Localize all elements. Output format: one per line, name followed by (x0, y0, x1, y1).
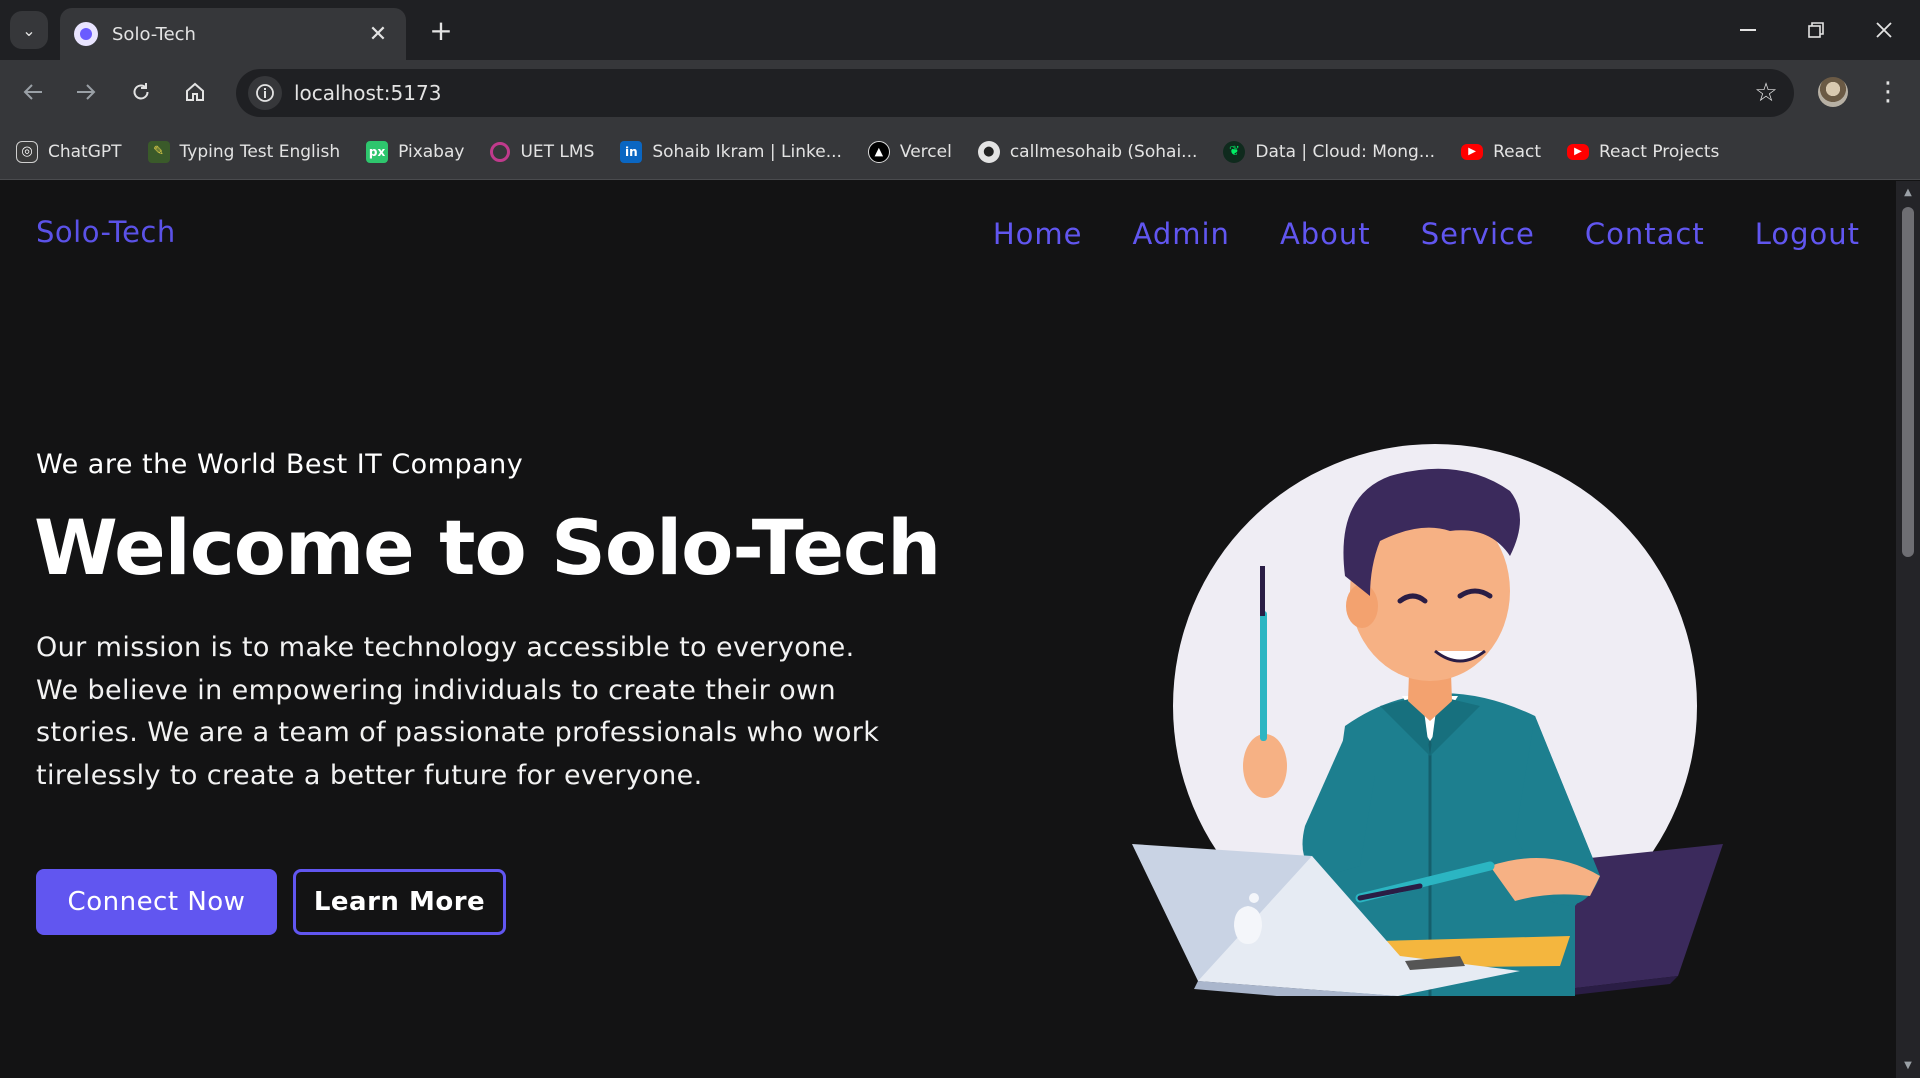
hero-illustration (1132, 444, 1723, 996)
bookmark-item[interactable]: in Sohaib Ikram | Linke... (620, 140, 842, 163)
chevron-down-icon: ⌄ (22, 20, 36, 40)
bookmark-label: UET LMS (520, 141, 595, 162)
bookmark-label: React Projects (1599, 141, 1720, 162)
bookmark-label: React (1493, 141, 1541, 162)
minimize-button[interactable] (1726, 10, 1770, 50)
connect-now-button[interactable]: Connect Now (36, 869, 277, 935)
site-info-icon[interactable] (248, 76, 282, 110)
nav-link-about[interactable]: About (1280, 217, 1371, 251)
page-viewport: Solo-Tech Home Admin About Service Conta… (0, 181, 1896, 1078)
reload-icon (133, 83, 149, 100)
bookmark-star-icon[interactable]: ☆ (1746, 73, 1786, 113)
active-tab[interactable]: Solo-Tech ✕ (60, 8, 406, 60)
forward-button[interactable] (68, 74, 104, 110)
uet-lms-icon (490, 141, 511, 162)
tab-search-button[interactable]: ⌄ (10, 11, 48, 49)
nav-link-service[interactable]: Service (1421, 217, 1535, 251)
learn-more-button[interactable]: Learn More (293, 869, 506, 935)
bookmark-label: ChatGPT (48, 141, 122, 162)
youtube-icon: ▶ (1567, 143, 1589, 160)
mongodb-icon: ❦ (1223, 140, 1246, 163)
main-nav: Home Admin About Service Contact Logout (993, 217, 1860, 251)
restore-icon (1808, 22, 1824, 38)
site-logo[interactable]: Solo-Tech (36, 215, 176, 249)
tab-close-icon[interactable]: ✕ (364, 20, 392, 48)
browser-menu-icon[interactable]: ⋮ (1875, 74, 1901, 110)
bookmark-label: Sohaib Ikram | Linke... (652, 141, 842, 162)
typing-test-icon: ✎ (147, 140, 170, 163)
bookmark-label: callmesohaib (Sohai... (1009, 141, 1198, 162)
github-icon: ● (977, 140, 1000, 163)
youtube-icon: ▶ (1461, 143, 1484, 160)
nav-link-contact[interactable]: Contact (1585, 217, 1705, 251)
nav-link-admin[interactable]: Admin (1133, 217, 1230, 251)
forward-arrow-icon (77, 84, 96, 100)
hero-mission-text: Our mission is to make technology access… (36, 632, 880, 791)
bookmark-item[interactable]: ● callmesohaib (Sohai... (977, 140, 1198, 163)
home-button[interactable] (177, 74, 213, 110)
reload-button[interactable] (123, 74, 159, 110)
tab-title: Solo-Tech (112, 23, 196, 45)
home-icon (186, 82, 204, 101)
hero-title: Welcome to Solo-Tech (34, 503, 941, 592)
url-text[interactable]: localhost:5173 (294, 81, 1746, 105)
restore-button[interactable] (1794, 10, 1838, 50)
bookmark-label: Typing Test English (179, 141, 341, 162)
bookmark-item[interactable]: UET LMS (490, 141, 595, 162)
nav-link-logout[interactable]: Logout (1755, 217, 1860, 251)
minimize-icon (1740, 29, 1756, 31)
bookmarks-bar: ◎ ChatGPT ✎ Typing Test English px Pixab… (0, 124, 1920, 180)
profile-avatar[interactable] (1818, 77, 1848, 107)
close-icon (1876, 22, 1892, 38)
bookmark-label: Pixabay (398, 141, 465, 162)
bookmark-label: Data | Cloud: Mong... (1255, 141, 1436, 162)
bookmark-item[interactable]: ▶ React Projects (1567, 142, 1719, 162)
site-favicon-icon (74, 22, 98, 46)
close-window-button[interactable] (1862, 10, 1906, 50)
pixabay-icon: px (366, 140, 389, 163)
scroll-up-icon[interactable]: ▲ (1902, 187, 1914, 199)
tab-strip: ⌄ Solo-Tech ✕ + (0, 0, 1920, 60)
bookmark-item[interactable]: ◎ ChatGPT (16, 140, 122, 163)
scrollbar-thumb[interactable] (1902, 207, 1914, 557)
bookmark-item[interactable]: ❦ Data | Cloud: Mong... (1223, 140, 1436, 163)
bookmark-item[interactable]: px Pixabay (366, 140, 465, 163)
page-scrollbar[interactable]: ▲ ▼ (1896, 181, 1920, 1078)
chatgpt-icon: ◎ (16, 140, 38, 163)
address-bar[interactable]: localhost:5173 ☆ (236, 69, 1794, 117)
nav-link-home[interactable]: Home (993, 217, 1083, 251)
vercel-icon: ▲ (867, 140, 890, 163)
back-arrow-icon (23, 84, 42, 100)
bookmark-item[interactable]: ▶ React (1461, 142, 1541, 162)
scroll-down-icon[interactable]: ▼ (1902, 1060, 1914, 1072)
new-tab-button[interactable]: + (425, 14, 457, 47)
bookmark-item[interactable]: ✎ Typing Test English (147, 140, 341, 163)
linkedin-icon: in (620, 140, 643, 163)
bookmark-label: Vercel (899, 141, 952, 162)
bookmark-item[interactable]: ▲ Vercel (867, 140, 952, 163)
hero-tagline: We are the World Best IT Company (36, 449, 524, 480)
browser-toolbar: localhost:5173 ☆ ⋮ (0, 60, 1920, 124)
back-button[interactable] (15, 74, 51, 110)
